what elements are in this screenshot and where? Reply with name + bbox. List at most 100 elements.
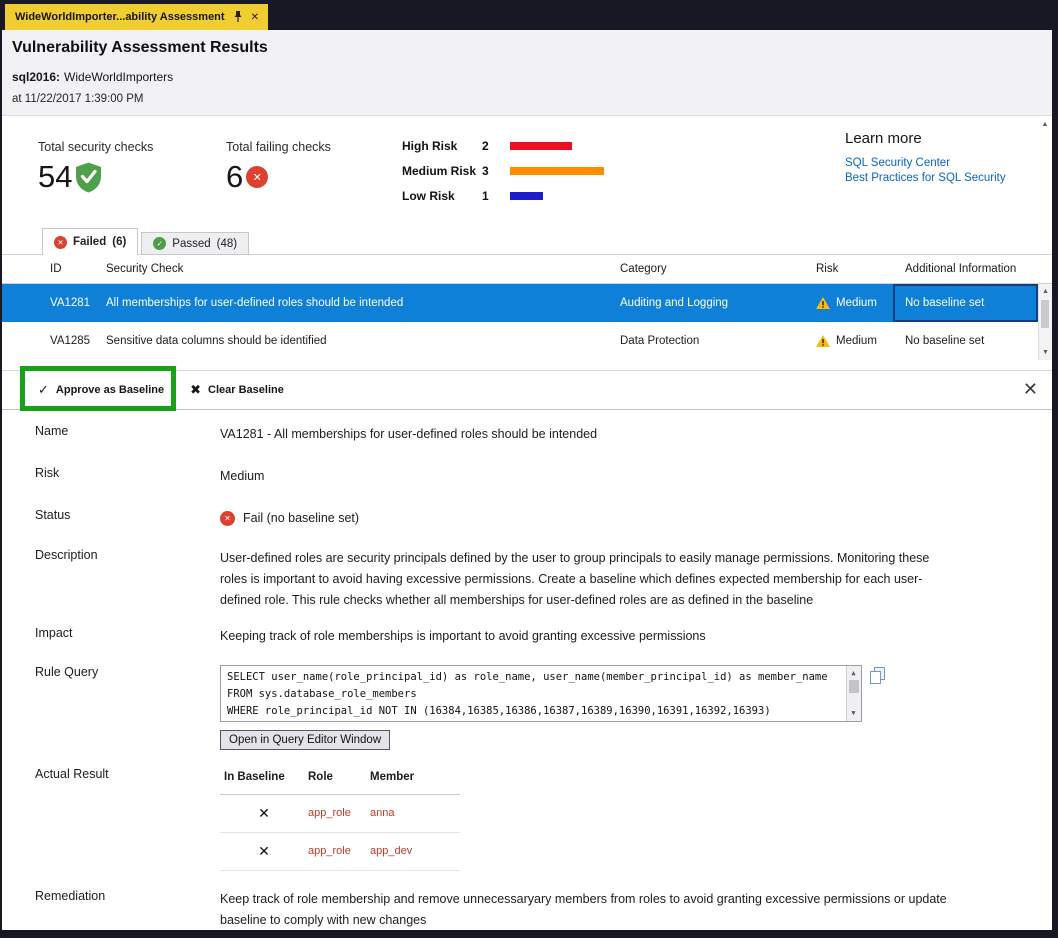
query-scroll-up-icon[interactable]: ▲ [847,667,860,680]
medium-risk-bar [510,167,604,175]
col-category: Category [620,255,816,283]
high-risk-label: High Risk [402,139,482,153]
close-details-icon[interactable]: ✕ [1023,379,1038,400]
member-value: app_dev [370,841,458,862]
tab-close-icon[interactable]: ✕ [251,12,259,23]
cell-category: Data Protection [620,322,816,360]
risk-row-low: Low Risk 1 [402,188,604,204]
cell-check: All memberships for user-defined roles s… [106,284,620,322]
actual-result-header: In Baseline Role Member [220,767,460,795]
failing-checks-label: Total failing checks [226,140,331,154]
cell-check: Sensitive data columns should be identif… [106,322,620,360]
col-additional-information: Additional Information [893,255,1038,283]
cell-risk: Medium [816,322,893,360]
clear-baseline-button[interactable]: ✖ Clear Baseline [190,382,284,398]
description-value: User-defined roles are security principa… [220,548,958,611]
query-line: SELECT user_name(role_principal_id) as r… [227,669,841,686]
role-value: app_role [308,841,370,862]
link-sql-security-center[interactable]: SQL Security Center [845,157,1006,169]
risk-value: Medium [220,466,264,487]
tab-passed-count: (48) [217,238,237,250]
detail-row-name: Name VA1281 - All memberships for user-d… [2,424,1052,445]
link-best-practices[interactable]: Best Practices for SQL Security [845,172,1006,184]
cell-additional-info: No baseline set [893,322,1038,360]
risk-row-high: High Risk 2 [402,138,604,154]
detail-row-impact: Impact Keeping track of role memberships… [2,626,1052,647]
pane-scroll-up-icon[interactable]: ▲ [1038,118,1052,132]
learn-more-section: Learn more SQL Security Center Best Prac… [845,130,1006,187]
high-risk-count: 2 [482,139,510,153]
scroll-thumb[interactable] [1041,300,1049,328]
document-tab[interactable]: WideWorldImporter...ability Assessment ✕ [5,4,268,30]
medium-risk-label: Medium Risk [402,164,482,178]
risk-row-medium: Medium Risk 3 [402,163,604,179]
status-value: Fail (no baseline set) [243,508,359,529]
tab-failed[interactable]: ✕ Failed (6) [42,228,138,255]
server-line: sql2016:WideWorldImporters [12,70,1052,84]
query-scroll-thumb[interactable] [849,680,859,693]
document-frame: Vulnerability Assessment Results sql2016… [2,30,1052,930]
member-value: anna [370,803,458,824]
actual-result-table: In Baseline Role Member ✕ app_role anna … [220,767,460,871]
detail-row-description: Description User-defined roles are secur… [2,548,1052,611]
scroll-down-icon[interactable]: ▼ [1039,346,1052,359]
actual-result-row: ✕ app_role anna [220,795,460,833]
detail-row-risk: Risk Medium [2,466,1052,487]
warning-icon [816,297,830,309]
failing-checks-value: 6 [226,161,243,193]
tab-failed-count: (6) [112,236,126,248]
pass-icon: ✓ [153,237,166,250]
total-checks-label: Total security checks [38,140,153,154]
rule-query-label: Rule Query [2,665,220,750]
cell-category: Auditing and Logging [620,284,816,322]
check-icon: ✓ [38,382,49,398]
table-row-va1285[interactable]: VA1285 Sensitive data columns should be … [2,322,1052,360]
not-in-baseline-icon: ✕ [220,841,308,862]
learn-more-title: Learn more [845,130,1006,147]
query-scrollbar[interactable]: ▲ ▼ [846,666,861,721]
impact-label: Impact [2,626,220,647]
copy-icon[interactable] [870,667,885,691]
details-panel: Name VA1281 - All memberships for user-d… [2,410,1052,930]
low-risk-label: Low Risk [402,189,482,203]
col-risk: Risk [816,255,893,283]
query-line: WHERE role_principal_id NOT IN (16384,16… [227,703,841,720]
tab-failed-label: Failed [73,236,106,248]
page-header: Vulnerability Assessment Results sql2016… [2,30,1052,115]
table-row-va1281[interactable]: VA1281 All memberships for user-defined … [2,284,1052,322]
detail-row-status: Status ✕ Fail (no baseline set) [2,508,1052,529]
query-line: FROM sys.database_role_members [227,686,841,703]
table-scrollbar[interactable]: ▲ ▼ [1038,284,1052,360]
ar-col-role: Role [308,767,370,788]
high-risk-bar [510,142,572,150]
page-title: Vulnerability Assessment Results [12,39,1052,57]
actual-result-row: ✕ app_role app_dev [220,833,460,871]
approve-baseline-button[interactable]: ✓ Approve as Baseline [38,382,164,398]
shield-check-icon [75,162,102,193]
impact-value: Keeping track of role memberships is imp… [220,626,706,647]
detail-row-remediation: Remediation Keep track of role membershi… [2,889,1052,930]
server-name: sql2016: [12,70,60,84]
remediation-label: Remediation [2,889,220,930]
rule-query-code[interactable]: SELECT user_name(role_principal_id) as r… [220,665,862,722]
name-value: VA1281 - All memberships for user-define… [220,424,597,445]
low-risk-count: 1 [482,189,510,203]
fail-status-icon: ✕ [220,511,235,526]
baseline-toolbar: ✓ Approve as Baseline ✖ Clear Baseline ✕ [2,370,1052,410]
results-table-header: ID Security Check Category Risk Addition… [2,254,1052,284]
description-label: Description [2,548,220,611]
scan-timestamp: at 11/22/2017 1:39:00 PM [12,93,1052,105]
tab-passed[interactable]: ✓ Passed (48) [141,232,249,255]
role-value: app_role [308,803,370,824]
detail-row-actual-result: Actual Result In Baseline Role Member ✕ … [2,767,1052,871]
open-query-editor-button[interactable]: Open in Query Editor Window [220,730,390,750]
results-table: ID Security Check Category Risk Addition… [2,254,1052,360]
scroll-up-icon[interactable]: ▲ [1039,285,1052,298]
cell-id: VA1285 [2,322,106,360]
actual-result-label: Actual Result [2,767,220,871]
pin-icon[interactable] [233,11,243,23]
col-security-check: Security Check [106,255,620,283]
risk-label: Risk [2,466,220,487]
query-scroll-down-icon[interactable]: ▼ [847,707,860,720]
document-tab-title: WideWorldImporter...ability Assessment [15,11,225,23]
